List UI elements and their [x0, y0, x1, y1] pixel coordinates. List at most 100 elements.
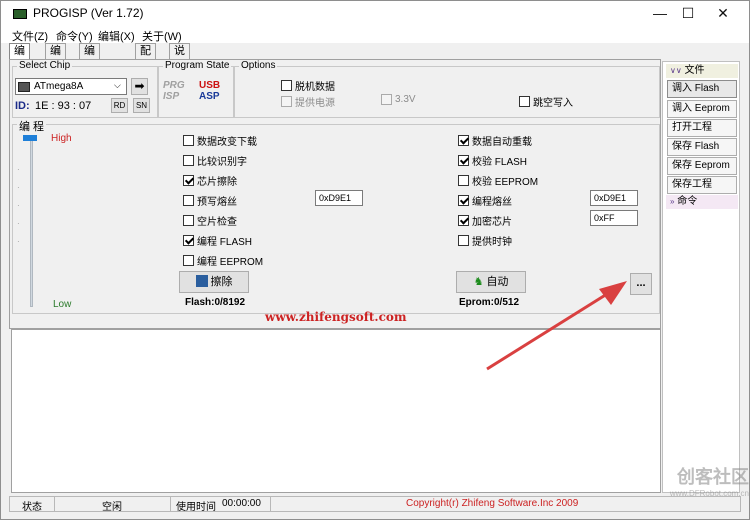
- tab-tester[interactable]: 编程器测试: [79, 43, 100, 117]
- verify-eeprom-checkbox[interactable]: 校验 EEPROM: [458, 173, 538, 188]
- compare-signature-box: [183, 155, 194, 166]
- provide-clock-label: 提供时钟: [472, 237, 512, 248]
- main-window: PROGISP (Ver 1.72) — ☐ ✕ 文件(Z) 命令(Y) 编辑(…: [0, 0, 750, 520]
- program-eeprom-checkbox[interactable]: 编程 EEPROM: [183, 253, 263, 268]
- voltage-box: [381, 94, 392, 105]
- menu-command[interactable]: 命令(Y): [56, 28, 93, 44]
- website-link[interactable]: www.zhifengsoft.com: [265, 310, 407, 324]
- tab-config[interactable]: 配 置: [135, 43, 156, 72]
- open-project-button[interactable]: 打开工程: [667, 119, 737, 137]
- chip-select-value: ATmega8A: [34, 81, 84, 92]
- erase-button[interactable]: 擦除: [179, 271, 249, 293]
- program-eeprom-label: 编程 EEPROM: [197, 257, 264, 268]
- annotation-arrow: [486, 281, 627, 371]
- verify-eeprom-box: [458, 175, 469, 186]
- file-section-label: 文件: [684, 65, 705, 76]
- more-options-button[interactable]: ...: [630, 273, 652, 295]
- program-fuse-box: [458, 195, 469, 206]
- menu-edit[interactable]: 编辑(X): [98, 28, 135, 44]
- prewrite-fuse-value[interactable]: 0xD9E1: [315, 190, 363, 206]
- offline-data-label: 脱机数据: [295, 82, 335, 93]
- menu-bar: 文件(Z) 命令(Y) 编辑(X) 关于(W): [1, 27, 749, 43]
- tab-program[interactable]: 编 程: [9, 43, 30, 72]
- power-supply-checkbox[interactable]: 提供电源: [281, 94, 335, 109]
- app-chip-icon: [13, 9, 27, 19]
- prg-logo-top: PRG: [163, 80, 185, 91]
- power-supply-box: [281, 96, 292, 107]
- menu-file[interactable]: 文件(Z): [12, 28, 48, 44]
- serial-number-button[interactable]: SN: [133, 98, 150, 113]
- voltage-label: 3.3V: [395, 94, 416, 105]
- program-flash-box: [183, 235, 194, 246]
- asp-logo-bottom: ASP: [199, 91, 220, 102]
- chevron-double-right-icon: »: [670, 197, 675, 206]
- program-fuse-value[interactable]: 0xD9E1: [590, 190, 638, 206]
- id-label: ID:: [15, 100, 30, 112]
- elapsed-time-label: 使用时间: [176, 502, 216, 513]
- load-flash-button[interactable]: 调入 Flash: [667, 80, 737, 98]
- lock-bits-value[interactable]: 0xFF: [590, 210, 638, 226]
- save-eeprom-button[interactable]: 保存 Eeprom: [667, 157, 737, 175]
- voltage-checkbox[interactable]: 3.3V: [381, 94, 416, 105]
- watermark-url: www.DFRobot.com.cn: [669, 489, 749, 498]
- lock-chip-label: 加密芯片: [472, 217, 512, 228]
- title-bar: PROGISP (Ver 1.72) — ☐ ✕: [1, 1, 749, 27]
- watermark: 创客社区 www.DFRobot.com.cn: [639, 463, 749, 503]
- program-state-group: Program State PRG ISP USB ASP: [158, 60, 234, 118]
- verify-flash-checkbox[interactable]: 校验 FLASH: [458, 153, 527, 168]
- copyright-text: Copyright(r) Zhifeng Software.Inc 2009: [406, 498, 579, 509]
- file-section-header[interactable]: ∨∨ 文件: [666, 64, 738, 78]
- speed-slider[interactable]: [21, 133, 41, 309]
- prewrite-fuse-box: [183, 195, 194, 206]
- program-eeprom-box: [183, 255, 194, 266]
- program-fuse-checkbox[interactable]: 编程熔丝: [458, 193, 512, 208]
- jump-write-label: 跳空写入: [533, 98, 573, 109]
- erase-icon: [195, 275, 208, 287]
- verify-flash-label: 校验 FLASH: [472, 157, 528, 168]
- chip-erase-box: [183, 175, 194, 186]
- high-label: High: [51, 133, 72, 144]
- slider-thumb[interactable]: [23, 135, 37, 141]
- program-flash-checkbox[interactable]: 编程 FLASH: [183, 233, 252, 248]
- chip-erase-checkbox[interactable]: 芯片擦除: [183, 173, 237, 188]
- save-project-button[interactable]: 保存工程: [667, 176, 737, 194]
- load-eeprom-button[interactable]: 调入 Eeprom: [667, 100, 737, 118]
- tab-edit[interactable]: 编 辑: [45, 43, 66, 72]
- provide-clock-box: [458, 235, 469, 246]
- status-bar: 状态 空闲 使用时间 00:00:00 Copyright(r) Zhifeng…: [9, 496, 741, 513]
- provide-clock-checkbox[interactable]: 提供时钟: [458, 233, 512, 248]
- slider-track: [30, 135, 33, 307]
- chip-icon: [18, 82, 30, 92]
- power-supply-label: 提供电源: [295, 98, 335, 109]
- select-chip-title: Select Chip: [17, 60, 73, 71]
- chip-select[interactable]: ATmega8A ⌵: [15, 78, 127, 95]
- auto-reload-checkbox[interactable]: 数据自动重载: [458, 133, 532, 148]
- command-section-header[interactable]: » 命令: [666, 195, 738, 209]
- options-group: Options 脱机数据 提供电源 3.3V 跳空写入: [234, 60, 660, 118]
- blank-check-label: 空片检查: [197, 217, 237, 228]
- save-flash-button[interactable]: 保存 Flash: [667, 138, 737, 156]
- menu-about[interactable]: 关于(W): [142, 28, 182, 44]
- close-button[interactable]: ✕: [700, 1, 746, 27]
- jump-write-checkbox[interactable]: 跳空写入: [519, 94, 573, 109]
- compare-signature-checkbox[interactable]: 比较识别字: [183, 153, 247, 168]
- lock-chip-checkbox[interactable]: 加密芯片: [458, 213, 512, 228]
- select-chip-group: Select Chip ATmega8A ⌵ ➡ ID: 1E : 93 : 0…: [12, 60, 158, 118]
- blank-check-checkbox[interactable]: 空片检查: [183, 213, 237, 228]
- arrow-head: [599, 281, 627, 305]
- offline-data-checkbox[interactable]: 脱机数据: [281, 78, 335, 93]
- slider-ticks-left: · · · · ·: [17, 165, 20, 246]
- tab-help[interactable]: 说 明: [169, 43, 190, 72]
- prewrite-fuse-checkbox[interactable]: 预写熔丝: [183, 193, 237, 208]
- download-on-change-label: 数据改变下载: [197, 137, 257, 148]
- read-id-button[interactable]: RD: [111, 98, 128, 113]
- window-title: PROGISP (Ver 1.72): [33, 6, 144, 20]
- status-separator: [54, 497, 55, 511]
- prg-logo-bottom: ISP: [163, 91, 180, 102]
- download-on-change-checkbox[interactable]: 数据改变下载: [183, 133, 257, 148]
- flash-info: Flash:0/8192: [185, 297, 246, 308]
- next-chip-arrow-icon[interactable]: ➡: [131, 78, 148, 95]
- elapsed-time-value: 00:00:00: [222, 498, 261, 509]
- options-title: Options: [239, 60, 278, 71]
- prg-isp-logo: PRG ISP: [163, 80, 189, 110]
